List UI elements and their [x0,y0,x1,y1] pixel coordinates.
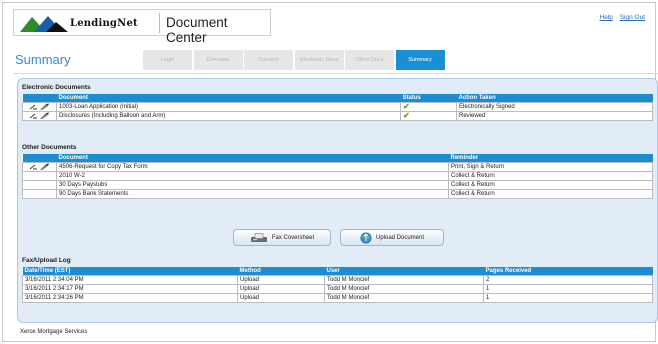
status-check-icon: ✔ [400,110,457,121]
fax-upload-log-table: Date/Time (EST) Method User Pages Receiv… [22,267,653,303]
table-row: 30 Days Paystubs Collect & Return [22,179,653,190]
log-user: Todd M Moncief [324,283,484,294]
upload-globe-icon [360,232,372,243]
logo-divider [159,13,160,33]
table-row: 90 Days Bank Statements Collect & Return [22,188,653,199]
step-tabs: Login Overview Consent Electronic Docs O… [143,50,446,70]
brand-name: LendingNet [70,18,138,29]
empty-icon-cell [22,179,57,190]
document-name: 1003-Loan Application (Initial) [56,101,401,112]
log-datetime: 3/16/2011 2:34:26 PM [22,292,238,303]
table-row: 3/16/2011 2:34:04 PM Upload Todd M Monci… [22,274,653,285]
col-document: Document [56,94,401,102]
log-pages: 1 [483,292,653,303]
fax-machine-icon [250,232,267,242]
document-name: 30 Days Paystubs [56,179,449,190]
col-method: Method [237,267,325,275]
nav-divider [13,73,658,74]
table-row: 3/16/2011 2:34:26 PM Upload Todd M Monci… [22,292,653,303]
reminder: Collect & Return [448,188,653,199]
col-pages-received: Pages Received [483,267,653,275]
document-name: 2010 W-2 [56,170,449,181]
lendingnet-logo-icon [20,16,68,32]
table-header-row: Date/Time (EST) Method User Pages Receiv… [22,267,653,275]
top-links: Help Sign Out [595,14,645,21]
col-user: User [324,267,484,275]
col-document: Document [56,154,449,162]
log-pages: 1 [483,283,653,294]
log-method: Upload [237,274,325,285]
other-documents-table: Document Reminder 4506-Request for Copy … [22,154,653,199]
log-datetime: 3/16/2011 2:34:04 PM [22,274,238,285]
help-link[interactable]: Help [600,14,613,21]
fax-upload-log-title: Fax/Upload Log [22,257,71,264]
table-header-row: Document Reminder [22,154,653,162]
col-datetime: Date/Time (EST) [22,267,238,275]
footer-company: Xerox Mortgage Services [20,329,88,335]
log-method: Upload [237,292,325,303]
col-icon [22,154,57,162]
sign-pen-icon[interactable] [22,161,57,172]
sign-pen-icon[interactable] [22,110,57,121]
table-header-row: Document Status Action Taken [22,94,653,102]
action-taken: Reviewed [456,110,653,121]
col-action-taken: Action Taken [456,94,653,102]
status-check-icon: ✔ [400,101,457,112]
col-status: Status [400,94,457,102]
reminder: Collect & Return [448,170,653,181]
col-icon [22,94,57,102]
col-reminder: Reminder [448,154,653,162]
table-row: Disclosures (Including Balloon and Arm) … [22,110,653,121]
log-pages: 2 [483,274,653,285]
tab-electronic-docs[interactable]: Electronic Docs [294,50,344,70]
upload-document-label: Upload Document [375,234,425,241]
log-datetime: 3/16/2011 2:34:17 PM [22,283,238,294]
empty-icon-cell [22,170,57,181]
fax-coversheet-label: Fax Coversheet [271,234,315,241]
reminder: Print, Sign & Return [448,161,653,172]
table-row: 2010 W-2 Collect & Return [22,170,653,181]
fax-coversheet-button[interactable]: Fax Coversheet [233,229,331,246]
page-title: Summary [15,52,71,67]
window-frame: LendingNet Document Center Help Sign Out… [2,2,658,342]
other-documents-title: Other Documents [22,144,77,151]
app-title: Document Center [166,15,228,45]
header-logo-box: LendingNet Document Center [13,9,271,45]
sign-out-link[interactable]: Sign Out [620,14,645,21]
tab-summary[interactable]: Summary [395,50,445,70]
tab-consent[interactable]: Consent [244,50,293,70]
empty-icon-cell [22,188,57,199]
sign-pen-icon[interactable] [22,101,57,112]
document-name: 90 Days Bank Statements [56,188,449,199]
log-method: Upload [237,283,325,294]
table-row: 1003-Loan Application (Initial) ✔ Electr… [22,101,653,112]
tab-login[interactable]: Login [143,50,192,70]
action-taken: Electronically Signed [456,101,653,112]
electronic-documents-table: Document Status Action Taken 1003-Loan A… [22,94,653,121]
electronic-documents-title: Electronic Documents [22,84,91,91]
reminder: Collect & Return [448,179,653,190]
upload-document-button[interactable]: Upload Document [340,229,444,246]
log-user: Todd M Moncief [324,274,484,285]
tab-overview[interactable]: Overview [193,50,243,70]
table-row: 3/16/2011 2:34:17 PM Upload Todd M Monci… [22,283,653,294]
table-row: 4506-Request for Copy Tax Form Print, Si… [22,161,653,172]
tab-other-docs[interactable]: Other Docs [345,50,394,70]
log-user: Todd M Moncief [324,292,484,303]
document-name: 4506-Request for Copy Tax Form [56,161,449,172]
document-name: Disclosures (Including Balloon and Arm) [56,110,401,121]
